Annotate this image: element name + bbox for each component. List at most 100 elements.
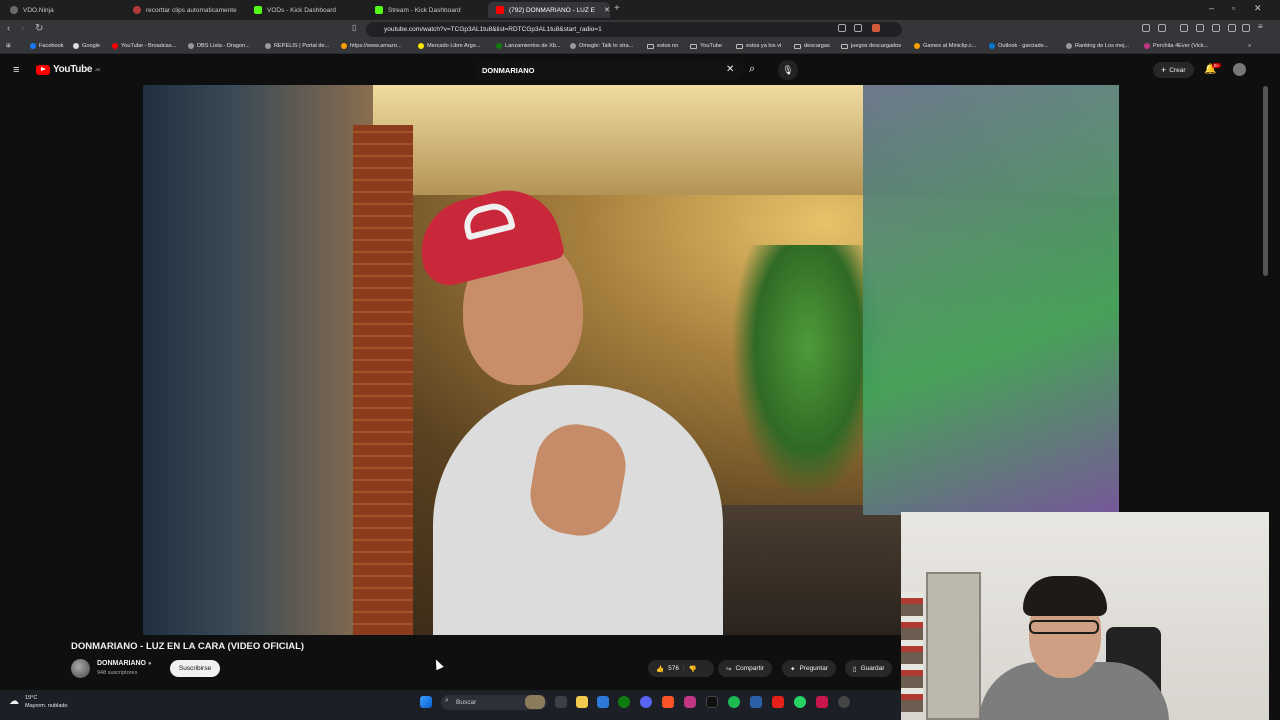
search-highlight-icon[interactable] <box>525 695 545 709</box>
brave-icon[interactable] <box>662 696 674 708</box>
tab-label: (792) DONMARIANO - LUZ E <box>509 6 595 14</box>
bookmark-folder[interactable]: YouTube <box>690 43 722 49</box>
like-dislike-group: 👍 576 | 👎 <box>648 660 714 677</box>
search-input[interactable]: DONMARIANO <box>474 60 744 80</box>
globe-icon <box>188 43 194 49</box>
browser-tab[interactable]: recorttar clips automaticamente <box>125 2 247 18</box>
bookmark-item[interactable]: Ranking de Los mej... <box>1066 43 1129 49</box>
vpn-icon[interactable] <box>1242 24 1250 32</box>
weather-description[interactable]: Mayorm. nublado <box>25 703 68 709</box>
search-icon[interactable]: ⌕ <box>749 63 755 76</box>
close-tab-icon[interactable]: ✕ <box>604 6 610 14</box>
share-button[interactable]: ↪ Compartir <box>718 660 772 677</box>
subscribe-button[interactable]: Suscribirse <box>170 660 220 677</box>
extension-icon[interactable] <box>1158 24 1166 32</box>
spotify-icon[interactable] <box>728 696 740 708</box>
bookmark-item[interactable]: Outlook - garciade... <box>989 43 1048 49</box>
tiktok-live-icon[interactable] <box>816 696 828 708</box>
avatar[interactable] <box>1233 63 1246 76</box>
browser-tab[interactable]: VDO.Ninja <box>2 2 126 18</box>
music-extension-icon[interactable] <box>1180 24 1188 32</box>
page-scrollbar[interactable] <box>1263 86 1268 276</box>
browser-tab[interactable]: Stream - Kick Dashboard <box>367 2 489 18</box>
forward-icon[interactable]: › <box>21 23 24 34</box>
weather-temperature[interactable]: 19°C <box>25 695 37 701</box>
channel-name[interactable]: DONMARIANO ● <box>97 660 152 667</box>
bookmark-item[interactable]: REPELIS | Portal de... <box>265 43 329 49</box>
whatsapp-icon[interactable] <box>794 696 806 708</box>
tiktok-icon[interactable] <box>706 696 718 708</box>
youtube-icon <box>496 6 504 14</box>
bookmark-item[interactable]: Facebook <box>30 43 64 49</box>
channel-avatar[interactable] <box>71 659 90 678</box>
weather-icon[interactable]: ☁ <box>9 696 19 707</box>
bookmark-item[interactable]: Perchita 4Ever (Vick... <box>1144 43 1208 49</box>
hamburger-menu-icon[interactable]: ≡ <box>13 64 19 76</box>
divider: | <box>682 665 685 672</box>
webcam-overlay <box>901 512 1269 720</box>
notification-badge: 9+ <box>1212 63 1222 68</box>
close-window-icon[interactable]: ✕ <box>1254 3 1262 14</box>
wallet-icon[interactable] <box>1212 24 1220 32</box>
store-icon[interactable] <box>597 696 609 708</box>
obs-icon[interactable] <box>838 696 850 708</box>
cast-icon[interactable] <box>838 24 846 32</box>
thumbs-down-icon[interactable]: 👎 <box>689 665 697 673</box>
menu-icon[interactable]: ≡ <box>1258 22 1266 31</box>
discord-icon[interactable] <box>640 696 652 708</box>
extension-icon[interactable] <box>1142 24 1150 32</box>
save-button[interactable]: ▯ Guardar <box>845 660 893 677</box>
like-count[interactable]: 576 <box>668 665 679 672</box>
webcam-person-glasses <box>1029 620 1099 634</box>
bookmark-item[interactable]: YouTube - Broadcas... <box>112 43 176 49</box>
browser-tab-active[interactable]: (792) DONMARIANO - LUZ E ✕ <box>488 2 610 18</box>
video-app-icon[interactable] <box>772 696 784 708</box>
ask-button[interactable]: ✦ Preguntar <box>782 660 836 677</box>
kick-icon <box>254 6 262 14</box>
thumbs-up-icon[interactable]: 👍 <box>656 665 664 673</box>
mouse-cursor <box>432 657 444 671</box>
windows-start-icon[interactable] <box>420 696 432 708</box>
tab-label: recorttar clips automaticamente <box>146 6 237 14</box>
apps-icon[interactable]: ⊞ <box>6 43 11 49</box>
bookmark-item[interactable]: Google <box>73 43 100 49</box>
bookmark-icon[interactable]: ▯ <box>352 23 356 32</box>
kick-icon <box>375 6 383 14</box>
reload-icon[interactable]: ↻ <box>35 23 43 34</box>
photos-icon[interactable] <box>750 696 762 708</box>
bookmark-folder[interactable]: estos ya los vi <box>736 43 781 49</box>
plus-icon: + <box>1161 65 1167 75</box>
youtube-logo[interactable]: YouTube AR <box>36 64 100 75</box>
more-bookmarks-icon[interactable]: » <box>1248 43 1251 49</box>
sidebar-icon[interactable] <box>1196 24 1204 32</box>
microphone-icon[interactable]: 🎙 <box>778 60 798 80</box>
instagram-icon <box>1144 43 1150 49</box>
browser-tab[interactable]: VODs - Kick Dashboard <box>246 2 368 18</box>
extension-icon[interactable] <box>1228 24 1236 32</box>
share-page-icon[interactable] <box>854 24 862 32</box>
video-frame-wall <box>143 85 373 635</box>
bookmark-item[interactable]: https://www.amazo... <box>341 43 402 49</box>
bookmark-item[interactable]: Omegle: Talk to stra... <box>570 43 633 49</box>
address-bar[interactable]: youtube.com/watch?v=TCGp3AL1tu8&list=RDT… <box>366 22 902 37</box>
back-icon[interactable]: ‹ <box>7 23 10 34</box>
bookmark-item[interactable]: Games at Miniclip.c... <box>914 43 976 49</box>
bookmark-folder[interactable]: juegos descargados <box>841 43 901 49</box>
create-button[interactable]: + Crear <box>1153 62 1194 78</box>
instagram-icon[interactable] <box>684 696 696 708</box>
xbox-icon[interactable] <box>618 696 630 708</box>
clear-search-icon[interactable]: ✕ <box>726 64 734 75</box>
file-explorer-icon[interactable] <box>576 696 588 708</box>
bookmark-item[interactable]: Mercado Libre Arge... <box>418 43 480 49</box>
bookmark-folder[interactable]: descargas <box>794 43 830 49</box>
bookmark-item[interactable]: DBS Lista - Dragon... <box>188 43 250 49</box>
bookmark-item[interactable]: Lanzamientos de Xb... <box>496 43 561 49</box>
amazon-icon <box>341 43 347 49</box>
new-tab-icon[interactable]: + <box>614 3 620 14</box>
bookmark-folder[interactable]: estos no <box>647 43 678 49</box>
maximize-icon[interactable]: ▫ <box>1232 3 1235 13</box>
brave-shield-icon[interactable] <box>872 24 880 32</box>
outlook-icon <box>989 43 995 49</box>
task-view-icon[interactable] <box>555 696 567 708</box>
minimize-icon[interactable]: – <box>1209 3 1214 13</box>
